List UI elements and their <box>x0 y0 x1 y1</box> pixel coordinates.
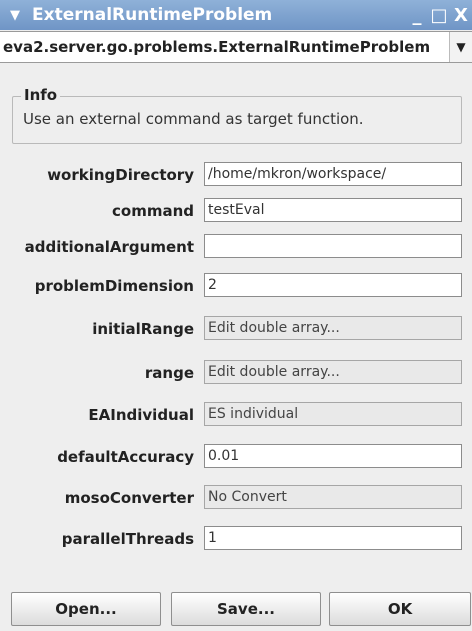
property-label: EAIndividual <box>88 406 194 424</box>
property-row-defaultAccuracy: defaultAccuracy 0.01 <box>0 441 472 473</box>
ea-individual-editor-button[interactable]: ES individual <box>204 402 462 426</box>
title-bar[interactable]: ▼ ExternalRuntimeProblem _ □ X <box>0 0 472 30</box>
property-row-command: command testEval <box>0 195 472 227</box>
moso-converter-editor-button[interactable]: No Convert <box>204 485 462 509</box>
property-row-mosoConverter: mosoConverter No Convert <box>0 482 472 514</box>
class-selector-dropdown[interactable]: eva2.server.go.problems.ExternalRuntimeP… <box>0 31 472 63</box>
button-bar: Open... Save... OK <box>0 592 472 626</box>
info-legend: Info <box>21 86 61 104</box>
save-button[interactable]: Save... <box>171 592 321 626</box>
property-label: additionalArgument <box>24 238 194 256</box>
minimize-icon[interactable]: _ <box>406 5 428 26</box>
property-label: workingDirectory <box>47 166 194 184</box>
open-button[interactable]: Open... <box>11 592 161 626</box>
chevron-down-icon[interactable]: ▼ <box>449 32 472 62</box>
parallel-threads-input[interactable]: 1 <box>204 526 462 550</box>
problem-dimension-input[interactable]: 2 <box>204 273 462 297</box>
property-editor-window: ▼ ExternalRuntimeProblem _ □ X eva2.serv… <box>0 0 472 631</box>
command-input[interactable]: testEval <box>204 198 462 222</box>
info-text: Use an external command as target functi… <box>23 110 364 128</box>
property-label: problemDimension <box>34 277 194 295</box>
close-icon[interactable]: X <box>450 5 472 26</box>
working-directory-input[interactable]: /home/mkron/workspace/ <box>204 162 462 186</box>
range-editor-button[interactable]: Edit double array... <box>204 360 462 384</box>
property-row-problemDimension: problemDimension 2 <box>0 270 472 302</box>
default-accuracy-input[interactable]: 0.01 <box>204 444 462 468</box>
info-panel: Info Use an external command as target f… <box>12 86 462 144</box>
initial-range-editor-button[interactable]: Edit double array... <box>204 316 462 340</box>
property-row-EAIndividual: EAIndividual ES individual <box>0 399 472 431</box>
window-title: ExternalRuntimeProblem <box>32 5 273 25</box>
property-row-range: range Edit double array... <box>0 357 472 389</box>
property-label: command <box>112 202 194 220</box>
property-row-initialRange: initialRange Edit double array... <box>0 313 472 345</box>
property-row-additionalArgument: additionalArgument <box>0 231 472 263</box>
window-menu-icon[interactable]: ▼ <box>10 8 28 23</box>
property-label: range <box>144 364 194 382</box>
class-selector-value: eva2.server.go.problems.ExternalRuntimeP… <box>3 38 431 56</box>
property-label: initialRange <box>92 320 194 338</box>
property-label: mosoConverter <box>64 489 194 507</box>
property-label: defaultAccuracy <box>57 448 194 466</box>
property-label: parallelThreads <box>61 530 194 548</box>
ok-button[interactable]: OK <box>329 592 471 626</box>
additional-argument-input[interactable] <box>204 234 462 258</box>
property-row-parallelThreads: parallelThreads 1 <box>0 523 472 555</box>
property-row-workingDirectory: workingDirectory /home/mkron/workspace/ <box>0 159 472 191</box>
maximize-icon[interactable]: □ <box>428 5 450 26</box>
